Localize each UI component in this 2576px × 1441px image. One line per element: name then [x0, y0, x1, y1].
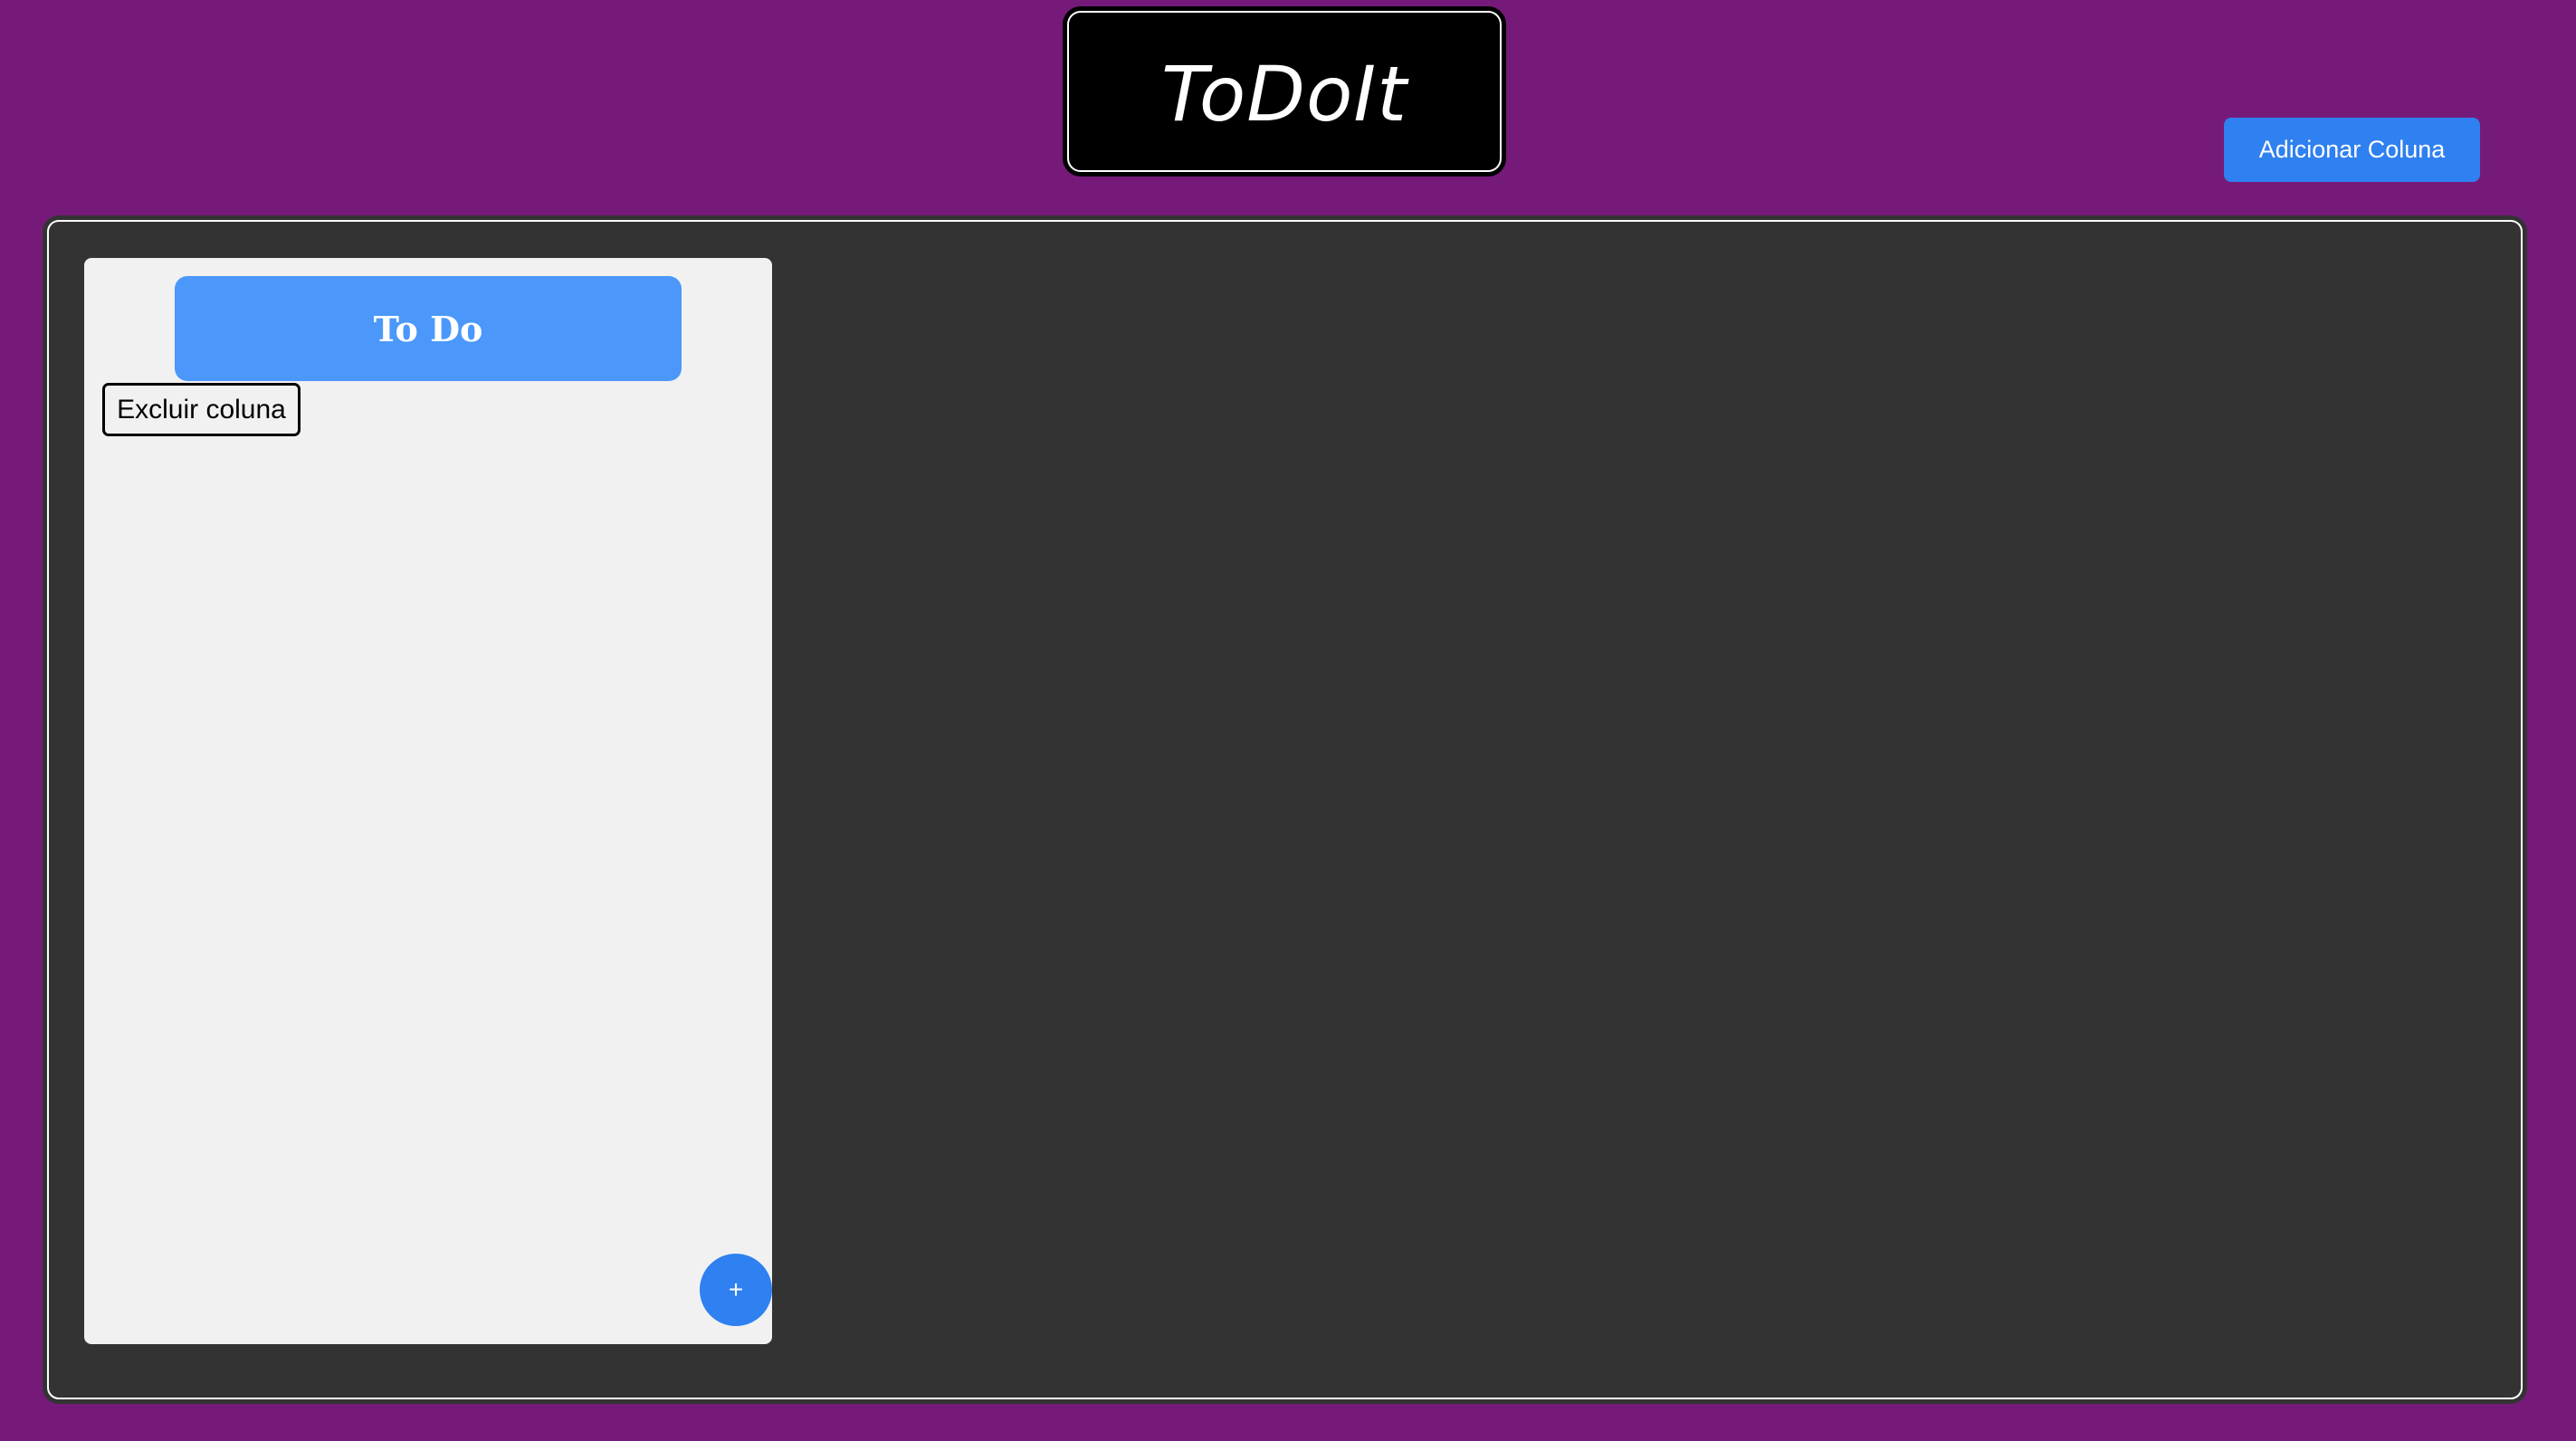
board: To Do Excluir coluna + — [43, 215, 2527, 1404]
app-logo-text: ToDoIt — [1160, 50, 1408, 138]
add-card-button[interactable]: + — [700, 1254, 772, 1326]
column-title[interactable]: To Do — [175, 276, 682, 381]
app-logo: ToDoIt — [1063, 6, 1506, 177]
delete-column-button[interactable]: Excluir coluna — [102, 383, 301, 436]
column-todo: To Do Excluir coluna + — [84, 258, 772, 1344]
add-column-button[interactable]: Adicionar Coluna — [2224, 118, 2480, 182]
